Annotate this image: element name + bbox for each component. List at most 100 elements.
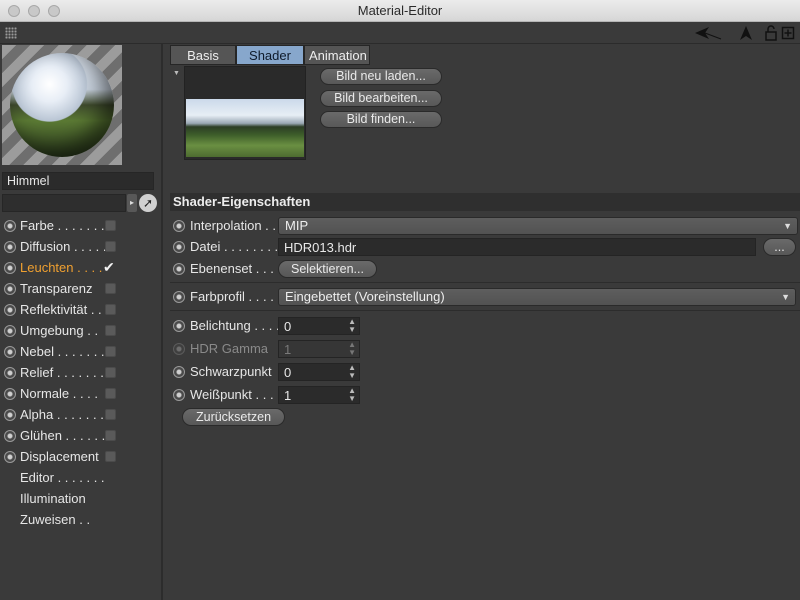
file-path-field[interactable]: HDR013.hdr [278, 238, 756, 256]
animate-radio-icon[interactable] [173, 241, 185, 253]
search-arrow-icon[interactable]: ▸ [127, 194, 137, 212]
collapse-triangle-icon[interactable]: ▼ [173, 70, 180, 77]
whitepoint-row: Weißpunkt . . . 1 ▲ ▼ [172, 385, 796, 405]
channel-enable-checkbox[interactable] [105, 220, 116, 231]
pointer-arrow-icon[interactable] [738, 24, 754, 42]
image-thumbnail[interactable] [184, 66, 306, 160]
channel-enable-checkbox[interactable] [105, 409, 116, 420]
label-dots: . . . . . . . . [220, 239, 279, 254]
reload-image-button[interactable]: Bild neu laden... [320, 68, 442, 85]
channel-item-normale[interactable]: Normale . . . . [2, 384, 160, 404]
channel-item-umgebung[interactable]: Umgebung . . [2, 321, 160, 341]
channel-item-glühen[interactable]: Glühen . . . . . . [2, 426, 160, 446]
channel-radio-icon[interactable] [4, 409, 16, 421]
channel-item-reflektivität[interactable]: Reflektivität . . [2, 300, 160, 320]
channel-radio-icon[interactable] [4, 283, 16, 295]
exposure-row: Belichtung . . . . 0 ▲ ▼ [172, 316, 796, 336]
preview-sphere [10, 53, 114, 157]
interpolation-label: Interpolation [190, 218, 262, 233]
select-layerset-button[interactable]: Selektieren... [278, 260, 377, 278]
interpolation-dropdown[interactable]: MIP ▼ [278, 217, 798, 235]
colorprofile-dropdown[interactable]: Eingebettet (Voreinstellung) ▼ [278, 288, 796, 306]
channel-radio-icon[interactable] [4, 388, 16, 400]
label-dots: . . . . . . [61, 428, 106, 443]
channel-label: Umgebung [20, 323, 84, 338]
exposure-value: 0 [284, 319, 292, 334]
new-window-icon[interactable] [781, 24, 795, 42]
channel-label: Transparenz [20, 281, 93, 296]
pick-cursor-icon[interactable]: ➚ [139, 194, 157, 212]
channel-label: Farbe [20, 218, 54, 233]
channel-item-farbe[interactable]: Farbe . . . . . . . [2, 216, 160, 236]
exposure-label: Belichtung [190, 318, 251, 333]
channel-item-alpha[interactable]: Alpha . . . . . . . [2, 405, 160, 425]
channel-enable-checkbox[interactable] [105, 451, 116, 462]
material-name-field[interactable]: Himmel [2, 172, 154, 190]
material-preview[interactable] [2, 45, 122, 165]
minimize-window-button[interactable] [28, 5, 40, 17]
channel-radio-icon[interactable] [4, 430, 16, 442]
channel-radio-icon[interactable] [4, 367, 16, 379]
hdr-gamma-row: HDR Gamma 1 ▲ ▼ [172, 339, 796, 359]
channel-item-relief[interactable]: Relief . . . . . . . [2, 363, 160, 383]
label-dots: . . . . . . . [53, 470, 105, 485]
whitepoint-input[interactable]: 1 ▲ ▼ [278, 386, 360, 404]
channel-enable-checkbox[interactable] [105, 283, 116, 294]
channel-enable-checkbox[interactable] [105, 346, 116, 357]
channel-enable-checkbox[interactable] [105, 430, 116, 441]
channel-radio-icon[interactable] [4, 325, 16, 337]
label-dots: . . . . . . . [53, 407, 104, 422]
blackpoint-row: Schwarzpunkt 0 ▲ ▼ [172, 362, 796, 382]
animate-radio-icon[interactable] [173, 320, 185, 332]
edit-image-button[interactable]: Bild bearbeiten... [320, 90, 442, 107]
channel-radio-icon[interactable] [4, 451, 16, 463]
channel-enable-checkbox[interactable] [105, 367, 116, 378]
channel-item-nebel[interactable]: Nebel . . . . . . . [2, 342, 160, 362]
channel-radio-icon[interactable] [4, 304, 16, 316]
lock-icon[interactable] [764, 24, 778, 42]
tab-animation[interactable]: Animation [304, 45, 370, 65]
reset-button[interactable]: Zurücksetzen [182, 408, 285, 426]
back-arrow-icon[interactable] [693, 24, 723, 42]
zoom-window-button[interactable] [48, 5, 60, 17]
channel-item-displacement[interactable]: Displacement [2, 447, 160, 467]
channel-radio-icon[interactable] [4, 346, 16, 358]
channel-item-leuchten[interactable]: Leuchten . . . . ✔ [2, 258, 160, 278]
channel-radio-icon[interactable] [4, 220, 16, 232]
channel-search-input[interactable] [2, 194, 126, 212]
channel-item-illumination[interactable]: Illumination [2, 489, 160, 509]
blackpoint-input[interactable]: 0 ▲ ▼ [278, 363, 360, 381]
animate-radio-icon [173, 343, 185, 355]
tab-shader[interactable]: Shader [236, 45, 304, 65]
channel-enable-checkbox[interactable] [105, 325, 116, 336]
channel-enable-checkbox[interactable] [105, 241, 116, 252]
animate-radio-icon[interactable] [173, 389, 185, 401]
browse-file-button[interactable]: ... [763, 238, 796, 256]
channel-item-diffusion[interactable]: Diffusion . . . . . [2, 237, 160, 257]
stepper-icon[interactable]: ▲ ▼ [348, 364, 356, 380]
close-window-button[interactable] [8, 5, 20, 17]
find-image-button[interactable]: Bild finden... [320, 111, 442, 128]
interpolation-value: MIP [285, 218, 309, 233]
channel-radio-icon[interactable] [4, 262, 16, 274]
channel-enable-checkbox[interactable] [105, 388, 116, 399]
stepper-icon[interactable]: ▲ ▼ [348, 318, 356, 334]
animate-radio-icon[interactable] [173, 220, 185, 232]
channel-item-zuweisen[interactable]: Zuweisen . . [2, 510, 160, 530]
divider [170, 310, 800, 311]
channel-item-editor[interactable]: Editor . . . . . . . [2, 468, 160, 488]
channel-enable-checkbox[interactable] [105, 304, 116, 315]
tab-basis[interactable]: Basis [170, 45, 236, 65]
checkmark-icon[interactable]: ✔ [103, 257, 115, 277]
hdr-gamma-input: 1 ▲ ▼ [278, 340, 360, 358]
grip-icon[interactable] [5, 27, 17, 39]
stepper-icon[interactable]: ▲ ▼ [348, 387, 356, 403]
chevron-down-icon: ▼ [781, 292, 790, 302]
exposure-input[interactable]: 0 ▲ ▼ [278, 317, 360, 335]
channel-radio-icon[interactable] [4, 241, 16, 253]
channel-item-transparenz[interactable]: Transparenz [2, 279, 160, 299]
animate-radio-icon[interactable] [173, 263, 185, 275]
channel-label: Alpha [20, 407, 54, 422]
animate-radio-icon[interactable] [173, 366, 185, 378]
animate-radio-icon[interactable] [173, 291, 185, 303]
